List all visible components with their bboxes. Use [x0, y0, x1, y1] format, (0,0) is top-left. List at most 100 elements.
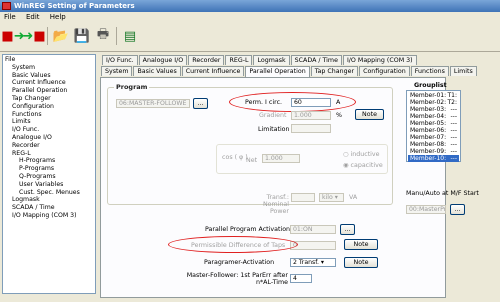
- grouplist-member: Member-07:: [410, 134, 447, 141]
- tree-item[interactable]: Basic Values: [5, 72, 93, 80]
- app-icon: [2, 2, 11, 10]
- tree-item[interactable]: System: [5, 64, 93, 72]
- tree-item[interactable]: Parallel Operation: [5, 87, 93, 95]
- paragramer-label: Paragramer-Activation: [204, 259, 275, 266]
- tab-tap-changer[interactable]: Tap Changer: [310, 66, 359, 76]
- tree-item[interactable]: Analogue I/O: [5, 134, 93, 142]
- tab-analogue-io[interactable]: Analogue I/O: [138, 55, 188, 65]
- menu-help[interactable]: Help: [50, 13, 66, 21]
- tab-configuration[interactable]: Configuration: [359, 66, 410, 76]
- grouplist-row[interactable]: Member-07: ---: [408, 134, 459, 141]
- tab-io-mapping[interactable]: I/O Mapping (COM 3): [342, 55, 417, 65]
- tab-basic-values[interactable]: Basic Values: [133, 66, 181, 76]
- paragramer-select[interactable]: 2 Transf. ▾: [290, 258, 336, 267]
- tree-item[interactable]: Tap Changer: [5, 95, 93, 103]
- save-icon[interactable]: 💾: [72, 26, 92, 46]
- grouplist-row[interactable]: Member-08: ---: [408, 141, 459, 148]
- kilo-select[interactable]: kilo ▾: [319, 193, 344, 202]
- grouplist-value: ---: [450, 134, 458, 141]
- program-browse-button[interactable]: ...: [193, 98, 208, 109]
- grouplist-member: Member-03:: [410, 106, 447, 113]
- cos-input[interactable]: 1.000: [262, 154, 300, 163]
- tab-logmask[interactable]: Logmask: [253, 55, 290, 65]
- highlight-oval-taps: [168, 236, 298, 253]
- grouplist-row[interactable]: Member-09: ---: [408, 148, 459, 155]
- tree-item[interactable]: Configuration: [5, 103, 93, 111]
- tab-system[interactable]: System: [101, 66, 133, 76]
- capacitive-radio[interactable]: ◉ capacitive: [343, 162, 383, 169]
- inductive-radio[interactable]: ○ inductive: [343, 151, 380, 158]
- grouplist[interactable]: Member-01: T1: Member-02: T2: Member-03: --- M…: [406, 90, 461, 162]
- tree-item[interactable]: I/O Func.: [5, 126, 93, 134]
- tab-current-influence[interactable]: Current Influence: [181, 66, 245, 76]
- kilo-value: kilo: [322, 194, 333, 201]
- paragramer-note-button[interactable]: Note: [344, 257, 378, 268]
- tab-functions[interactable]: Functions: [410, 66, 449, 76]
- print-icon[interactable]: 🖶: [93, 26, 113, 46]
- transf-nominal-input[interactable]: [291, 193, 315, 202]
- tree-item[interactable]: P-Programs: [5, 165, 93, 173]
- gradient-label: Gradient: [259, 112, 287, 119]
- grouplist-row[interactable]: Member-04: ---: [408, 113, 459, 120]
- grouplist-value: ---: [450, 148, 458, 155]
- cos-net-label: Net: [246, 157, 258, 164]
- tab-reg-l[interactable]: REG-L: [225, 55, 253, 65]
- grouplist-row[interactable]: Member-05: ---: [408, 120, 459, 127]
- tab-scada-time[interactable]: SCADA / Time: [290, 55, 342, 65]
- mf-label: Master-Follower: 1st ParErr after n*AL-T…: [186, 272, 288, 286]
- open-folder-icon[interactable]: 📂: [51, 26, 71, 46]
- menu-file[interactable]: File: [4, 13, 16, 21]
- tree-item[interactable]: File: [5, 56, 93, 64]
- grouplist-value: ---: [450, 106, 458, 113]
- grouplist-member: Member-01:: [410, 92, 447, 99]
- manu-auto-label: Manu/Auto at M/F Start: [406, 190, 479, 197]
- tree-item[interactable]: Logmask: [5, 196, 93, 204]
- tree-item[interactable]: Recorder: [5, 142, 93, 150]
- tree-item[interactable]: Functions: [5, 111, 93, 119]
- grouplist-member: Member-05:: [410, 120, 447, 127]
- tree-item[interactable]: Q-Programs: [5, 173, 93, 181]
- tree-item[interactable]: Limits: [5, 118, 93, 126]
- grouplist-row[interactable]: Member-03: ---: [408, 106, 459, 113]
- export-icon[interactable]: ▤: [120, 26, 140, 46]
- gradient-input[interactable]: 1.000: [291, 111, 331, 120]
- grouplist-value: ---: [450, 113, 458, 120]
- tree-item[interactable]: User Variables: [5, 181, 93, 189]
- grouplist-value: T1:: [447, 92, 457, 99]
- grouplist-member: Member-02:: [410, 99, 447, 106]
- tree-item[interactable]: Current Influence: [5, 79, 93, 87]
- paragramer-value: 2 Transf.: [293, 259, 319, 266]
- tree-item[interactable]: REG-L: [5, 150, 93, 158]
- menu-edit[interactable]: Edit: [26, 13, 40, 21]
- grouplist-title: Grouplist: [414, 82, 447, 89]
- manu-auto-select[interactable]: 00:MasterPro: [406, 205, 446, 214]
- inductive-label: inductive: [350, 151, 380, 158]
- tab-limits[interactable]: Limits: [449, 66, 477, 76]
- tab-io-func[interactable]: I/O Func.: [102, 55, 138, 65]
- grouplist-row[interactable]: Member-01: T1:: [408, 92, 459, 99]
- tree-item[interactable]: Cust. Spec. Menues: [5, 189, 93, 197]
- ppa-browse-button[interactable]: ...: [340, 224, 355, 235]
- grouplist-member: Member-09:: [410, 148, 447, 155]
- limitation-input[interactable]: [291, 124, 331, 133]
- grouplist-row[interactable]: Member-06: ---: [408, 127, 459, 134]
- grouplist-row[interactable]: Member-10: ---: [408, 155, 459, 162]
- grouplist-member: Member-06:: [410, 127, 447, 134]
- tab-parallel-operation[interactable]: Parallel Operation: [245, 66, 310, 77]
- program-select[interactable]: 06:MASTER-FOLLOWE: [116, 99, 190, 108]
- transfer-from-device-icon[interactable]: ➜ ■: [22, 26, 45, 46]
- tree-item[interactable]: SCADA / Time: [5, 204, 93, 212]
- gradient-note-button[interactable]: Note: [355, 109, 384, 120]
- tree-item[interactable]: H-Programs: [5, 157, 93, 165]
- pdt-note-button[interactable]: Note: [344, 239, 378, 250]
- grouplist-row[interactable]: Member-02: T2:: [408, 99, 459, 106]
- mf-input[interactable]: 4: [290, 274, 312, 283]
- va-unit: VA: [349, 194, 358, 201]
- ppa-select[interactable]: 01:ON: [290, 225, 336, 234]
- transfer-to-device-icon[interactable]: ■ ➜: [1, 26, 24, 46]
- transf-nominal-label: Transf.: Nominal Power: [262, 194, 289, 215]
- grouplist-member: Member-08:: [410, 141, 447, 148]
- tree-item[interactable]: I/O Mapping (COM 3): [5, 212, 93, 220]
- tab-recorder[interactable]: Recorder: [188, 55, 225, 65]
- manu-auto-browse-button[interactable]: ...: [450, 204, 465, 215]
